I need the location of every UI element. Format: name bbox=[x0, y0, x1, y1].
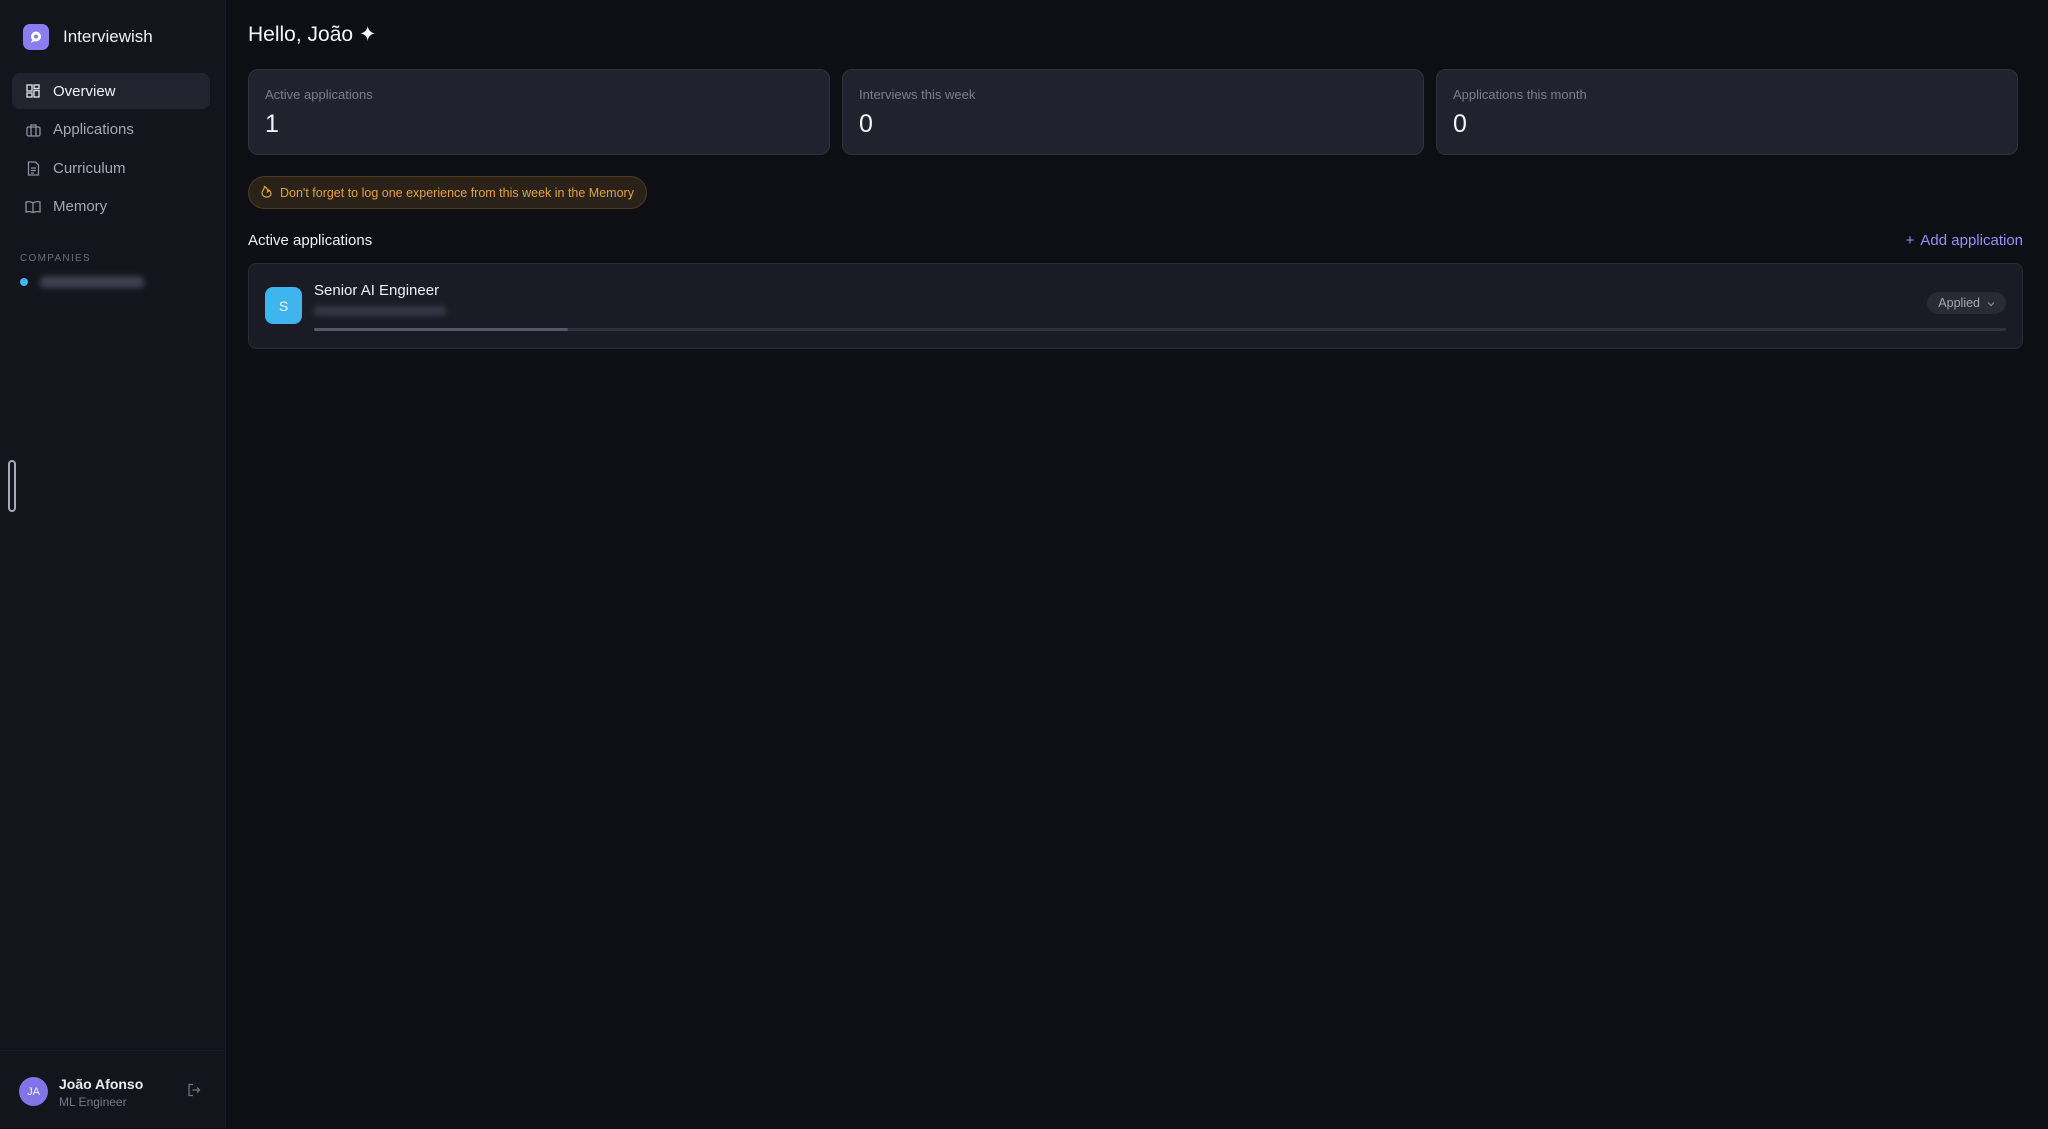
page-title: Hello, João ✦ bbox=[248, 23, 377, 46]
add-application-button[interactable]: + Add application bbox=[1906, 232, 2023, 249]
companies-section-label: COMPANIES bbox=[20, 253, 91, 264]
stat-value: 0 bbox=[1453, 110, 1467, 138]
status-dropdown[interactable]: Applied bbox=[1927, 292, 2006, 314]
sidebar-item-applications[interactable]: Applications bbox=[12, 112, 210, 148]
sidebar-item-overview[interactable]: Overview bbox=[12, 73, 210, 109]
stat-card-interviews-this-week: Interviews this week 0 bbox=[842, 69, 1424, 155]
stat-label: Interviews this week bbox=[859, 87, 976, 102]
flame-icon bbox=[261, 184, 272, 201]
company-status-dot bbox=[20, 278, 28, 286]
briefcase-icon bbox=[25, 122, 41, 138]
reminder-text: Don't forget to log one experience from … bbox=[280, 185, 634, 200]
user-profile: JA João Afonso ML Engineer bbox=[0, 1050, 225, 1129]
book-icon bbox=[25, 199, 41, 215]
stat-label: Active applications bbox=[265, 87, 373, 102]
sidebar-item-curriculum[interactable]: Curriculum bbox=[12, 150, 210, 186]
sidebar-item-label: Memory bbox=[53, 198, 108, 215]
sidebar-resize-handle[interactable] bbox=[8, 460, 16, 512]
stat-card-applications-this-month: Applications this month 0 bbox=[1436, 69, 2018, 155]
status-label: Applied bbox=[1938, 296, 1980, 310]
application-progress-bar bbox=[314, 328, 2006, 331]
memory-reminder-banner[interactable]: Don't forget to log one experience from … bbox=[248, 176, 647, 209]
sidebar-item-label: Overview bbox=[53, 82, 116, 100]
user-name: João Afonso bbox=[59, 1076, 144, 1092]
stat-label: Applications this month bbox=[1453, 87, 1587, 102]
app-name: Interviewish bbox=[63, 27, 153, 46]
dashboard-icon bbox=[25, 83, 41, 99]
sidebar-nav: Overview Applications Curriculum Memory bbox=[12, 73, 210, 227]
application-progress-fill bbox=[314, 328, 568, 331]
brand[interactable]: Interviewish bbox=[23, 24, 153, 50]
add-application-label: Add application bbox=[1920, 232, 2023, 249]
application-row[interactable]: S Senior AI Engineer Applied bbox=[248, 263, 2023, 349]
plus-icon: + bbox=[1905, 232, 1915, 249]
sidebar: Interviewish Overview Applications Curri… bbox=[0, 0, 226, 1128]
active-applications-heading: Active applications bbox=[248, 232, 373, 249]
company-name-redacted bbox=[40, 276, 144, 288]
sidebar-item-memory[interactable]: Memory bbox=[12, 189, 210, 225]
sidebar-item-label: Applications bbox=[53, 121, 134, 138]
document-icon bbox=[25, 160, 41, 176]
stats-row: Active applications 1 Interviews this we… bbox=[248, 69, 2018, 155]
sidebar-item-label: Curriculum bbox=[53, 159, 126, 177]
company-avatar: S bbox=[265, 287, 302, 324]
stat-card-active-applications: Active applications 1 bbox=[248, 69, 830, 155]
stat-value: 1 bbox=[265, 110, 279, 138]
chat-bubble-icon bbox=[23, 24, 49, 50]
user-role: ML Engineer bbox=[59, 1095, 127, 1109]
logout-icon[interactable] bbox=[187, 1083, 203, 1099]
sidebar-company-item[interactable] bbox=[20, 276, 144, 288]
application-company-redacted bbox=[314, 306, 446, 316]
stat-value: 0 bbox=[859, 110, 873, 138]
chevron-down-icon bbox=[1987, 296, 1995, 310]
avatar[interactable]: JA bbox=[19, 1077, 48, 1106]
application-title: Senior AI Engineer bbox=[314, 282, 440, 299]
